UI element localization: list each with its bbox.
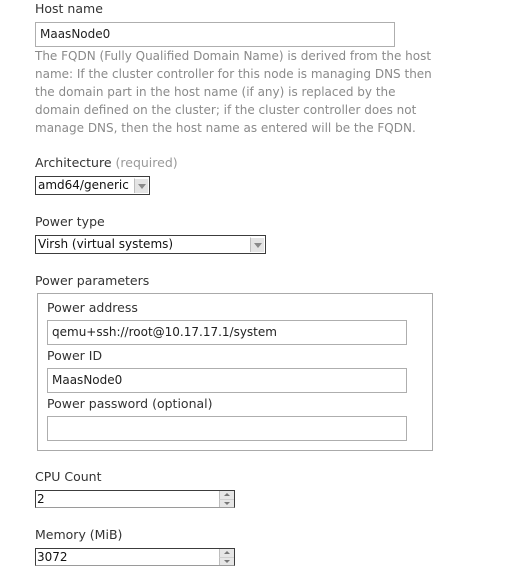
power-type-selected-value: Virsh (virtual systems) (38, 237, 174, 251)
power-id-label: Power ID (47, 348, 103, 363)
power-password-input[interactable] (47, 416, 407, 441)
chevron-down-icon[interactable] (250, 237, 264, 252)
host-name-label: Host name (35, 1, 103, 16)
host-name-help-text: The FQDN (Fully Qualified Domain Name) i… (35, 49, 432, 135)
memory-stepper[interactable]: 3072 (35, 548, 235, 566)
cpu-count-label: CPU Count (35, 469, 102, 484)
cpu-count-value: 2 (37, 492, 45, 506)
memory-stepper-buttons (219, 549, 234, 565)
host-name-input[interactable]: MaasNode0 (35, 22, 395, 47)
cpu-count-stepper-buttons (219, 491, 234, 507)
power-password-label: Power password (optional) (47, 396, 213, 411)
power-address-label: Power address (47, 300, 138, 315)
architecture-required-note: (required) (115, 155, 178, 170)
architecture-label-text: Architecture (35, 155, 112, 170)
power-parameters-label: Power parameters (35, 273, 150, 288)
chevron-down-icon[interactable] (219, 557, 234, 565)
architecture-select[interactable]: amd64/generic (35, 176, 150, 195)
power-type-select[interactable]: Virsh (virtual systems) (35, 235, 266, 254)
power-id-input[interactable]: MaasNode0 (47, 368, 407, 393)
power-type-label: Power type (35, 214, 105, 229)
chevron-down-icon[interactable] (219, 499, 234, 507)
architecture-label: Architecture (required) (35, 155, 178, 170)
chevron-up-icon[interactable] (219, 549, 234, 557)
power-address-input[interactable]: qemu+ssh://root@10.17.17.1/system (47, 320, 407, 345)
chevron-up-icon[interactable] (219, 491, 234, 499)
chevron-down-icon[interactable] (134, 178, 148, 193)
memory-value: 3072 (37, 550, 68, 564)
cpu-count-stepper[interactable]: 2 (35, 490, 235, 508)
memory-label: Memory (MiB) (35, 527, 123, 542)
architecture-selected-value: amd64/generic (38, 178, 129, 192)
